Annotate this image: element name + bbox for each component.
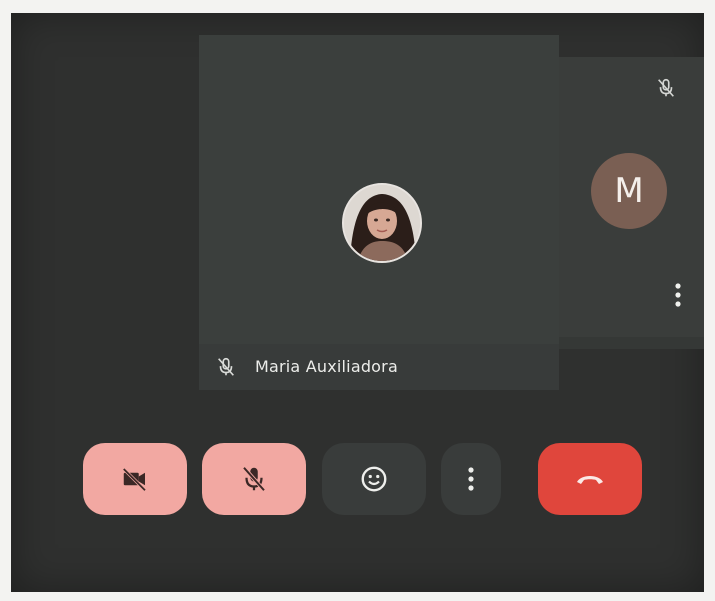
more-vert-icon[interactable] <box>671 281 685 309</box>
end-call-button[interactable] <box>538 443 642 515</box>
participant-name-bar: Maria Auxiliadora <box>199 344 559 390</box>
avatar-photo-icon <box>344 185 420 261</box>
camera-off-icon <box>122 467 147 492</box>
microphone-toggle-button[interactable] <box>202 443 306 515</box>
more-vert-icon <box>468 467 474 491</box>
participant-avatar-initial: M <box>591 153 667 229</box>
reactions-button[interactable] <box>322 443 426 515</box>
mic-off-icon <box>218 357 234 376</box>
emoji-icon <box>361 466 387 492</box>
side-tile-divider <box>559 337 704 349</box>
participant-name: Maria Auxiliadora <box>255 357 398 376</box>
hangup-icon <box>577 476 603 484</box>
main-participant-tile[interactable]: Maria Auxiliadora <box>199 35 559 390</box>
camera-toggle-button[interactable] <box>83 443 187 515</box>
mic-off-icon <box>242 466 266 492</box>
more-options-button[interactable] <box>441 443 501 515</box>
call-screen: Maria Auxiliadora M <box>11 13 704 592</box>
side-participant-tile[interactable]: M <box>559 57 704 337</box>
participant-avatar-photo <box>342 183 422 263</box>
mic-off-icon <box>658 78 674 97</box>
